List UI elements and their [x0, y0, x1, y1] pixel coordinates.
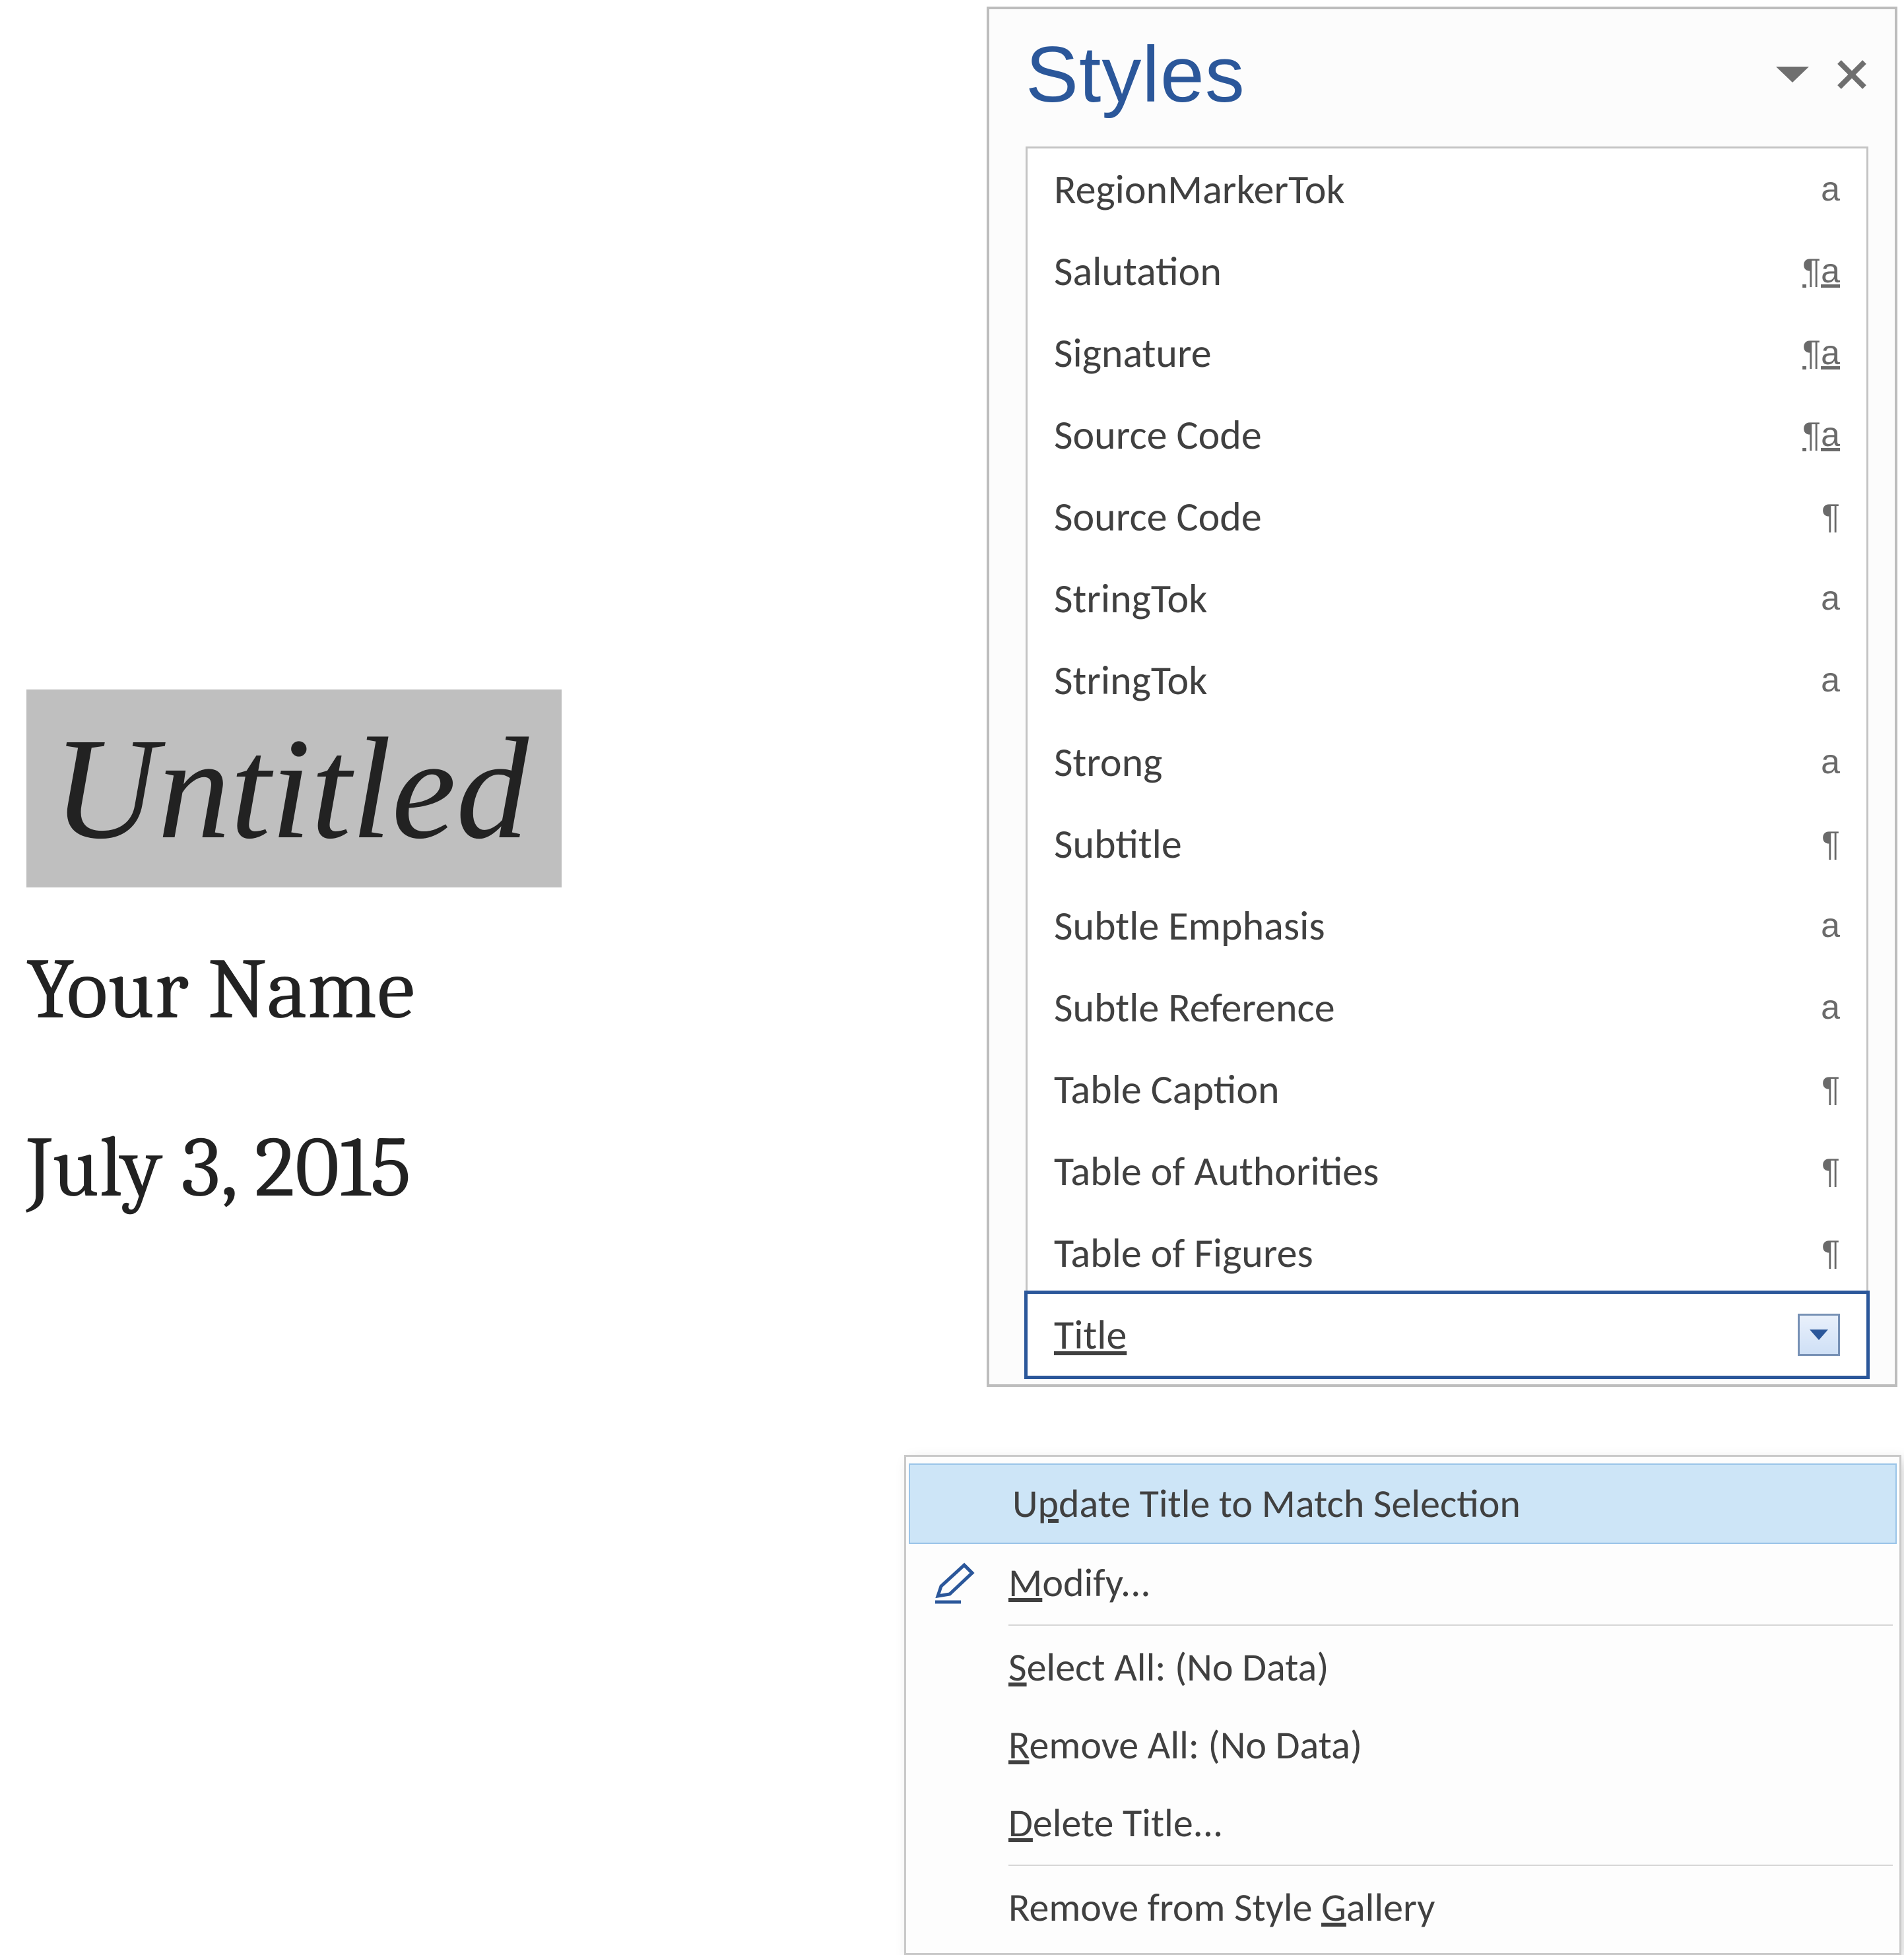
style-type-icon: ¶: [1800, 1233, 1840, 1273]
style-label: Table Caption: [1054, 1064, 1280, 1114]
style-row[interactable]: Subtitle ¶: [1028, 803, 1866, 885]
style-row[interactable]: StringTok a: [1028, 639, 1866, 721]
task-pane-options-icon[interactable]: [1773, 61, 1812, 88]
title-selection-highlight[interactable]: Untitled: [26, 689, 562, 887]
style-type-icon: ¶: [1800, 824, 1840, 864]
menu-remove-all[interactable]: Remove All: (No Data): [906, 1706, 1899, 1784]
style-row[interactable]: Table of Authorities ¶: [1028, 1130, 1866, 1212]
document-area: Untitled Your Name July 3, 2015: [26, 689, 752, 1217]
style-label: Source Code: [1054, 410, 1262, 460]
style-row[interactable]: Source Code ¶a: [1028, 394, 1866, 476]
style-type-icon: ¶: [1800, 497, 1840, 536]
styles-pane-title: Styles: [1026, 29, 1773, 120]
modify-style-icon: [906, 1560, 1008, 1606]
document-date[interactable]: July 3, 2015: [26, 1118, 752, 1217]
style-row[interactable]: Subtle Emphasis a: [1028, 885, 1866, 967]
menu-modify[interactable]: Modify...: [906, 1544, 1899, 1622]
style-type-icon: ¶a: [1800, 333, 1840, 373]
style-row[interactable]: Source Code ¶: [1028, 476, 1866, 558]
style-label: Signature: [1054, 328, 1212, 378]
style-type-icon: ¶a: [1800, 415, 1840, 455]
style-row[interactable]: RegionMarkerTok a: [1028, 148, 1866, 230]
style-type-icon: a: [1800, 579, 1840, 618]
style-type-icon: a: [1800, 170, 1840, 209]
style-type-icon: ¶: [1800, 1070, 1840, 1109]
style-row[interactable]: Salutation ¶a: [1028, 230, 1866, 312]
menu-remove-from-gallery[interactable]: Remove from Style Gallery: [906, 1869, 1899, 1946]
menu-update-to-match-selection[interactable]: Update Title to Match Selection: [909, 1463, 1897, 1544]
style-label: Title: [1054, 1310, 1127, 1360]
style-row[interactable]: Signature ¶a: [1028, 312, 1866, 394]
style-type-icon: ¶: [1800, 1151, 1840, 1191]
style-type-icon: a: [1800, 906, 1840, 945]
style-context-menu: Update Title to Match Selection Modify..…: [904, 1455, 1901, 1955]
style-type-icon: a: [1800, 660, 1840, 700]
style-label: Strong: [1054, 737, 1162, 787]
style-label: Subtitle: [1054, 819, 1182, 869]
document-author[interactable]: Your Name: [26, 940, 752, 1039]
style-label: Subtle Emphasis: [1054, 901, 1325, 951]
style-type-icon: a: [1800, 742, 1840, 782]
style-label: Subtle Reference: [1054, 982, 1335, 1033]
style-label: StringTok: [1054, 573, 1207, 624]
menu-delete-style[interactable]: Delete Title...: [906, 1784, 1899, 1862]
style-row[interactable]: StringTok a: [1028, 558, 1866, 639]
style-label: StringTok: [1054, 655, 1207, 705]
styles-listbox[interactable]: RegionMarkerTok a Salutation ¶a Signatur…: [1026, 146, 1868, 1378]
style-row[interactable]: Table Caption ¶: [1028, 1048, 1866, 1130]
style-label: Salutation: [1054, 246, 1222, 296]
menu-select-all[interactable]: Select All: (No Data): [906, 1628, 1899, 1706]
menu-separator: [1008, 1865, 1893, 1866]
styles-pane-header: Styles: [989, 9, 1895, 140]
style-label: Table of Authorities: [1054, 1146, 1379, 1196]
style-row[interactable]: Table of Figures ¶: [1028, 1212, 1866, 1294]
style-row-selected[interactable]: Title: [1024, 1291, 1870, 1379]
style-label: Source Code: [1054, 492, 1262, 542]
style-row[interactable]: Strong a: [1028, 721, 1866, 803]
style-label: Table of Figures: [1054, 1228, 1313, 1278]
style-dropdown-icon[interactable]: [1798, 1314, 1840, 1356]
style-row[interactable]: Subtle Reference a: [1028, 967, 1866, 1048]
document-title[interactable]: Untitled: [53, 708, 529, 869]
style-label: RegionMarkerTok: [1054, 164, 1345, 214]
styles-pane: Styles RegionMarkerTok a Salutation ¶a S…: [987, 7, 1897, 1387]
style-type-icon: ¶a: [1800, 251, 1840, 291]
close-icon[interactable]: [1835, 58, 1868, 91]
menu-separator: [1008, 1624, 1893, 1626]
style-type-icon: a: [1800, 988, 1840, 1027]
